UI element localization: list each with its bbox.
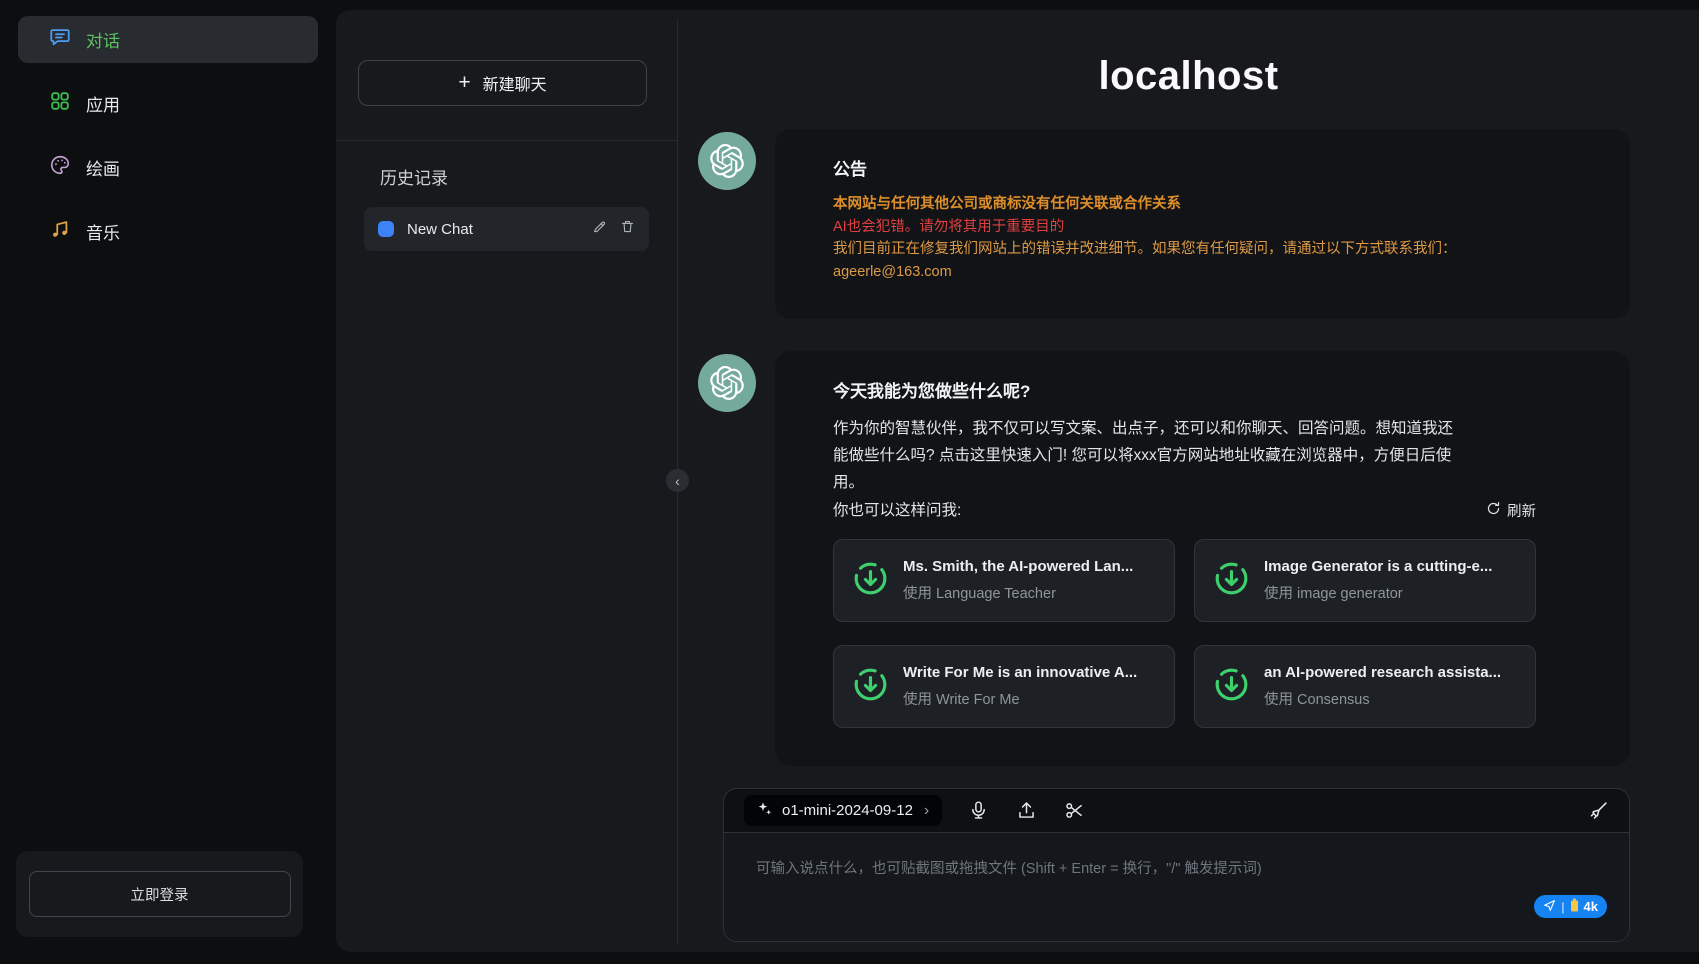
sidebar-item-label: 绘画 (86, 160, 120, 179)
sidebar-item-apps[interactable]: 应用 (18, 80, 318, 127)
suggestion-title: Image Generator is a cutting-e... (1264, 558, 1493, 575)
contact-email-link[interactable]: ageerle@163.com (833, 264, 952, 280)
suggestion-subtitle: 使用 Write For Me (903, 692, 1020, 708)
message-input[interactable] (724, 833, 1629, 941)
sidebar-item-label: 应用 (86, 96, 120, 115)
chevron-left-icon: ‹ (675, 472, 680, 489)
model-label: o1-mini-2024-09-12 (782, 802, 913, 819)
app-grid-icon (49, 90, 71, 117)
suggestion-subtitle: 使用 image generator (1264, 586, 1403, 602)
openai-logo-avatar (698, 132, 756, 190)
announcement-line-3: 我们目前正在修复我们网站上的错误并改进细节。如果您有任何疑问，请通过以下方式联系… (833, 241, 1457, 257)
refresh-button[interactable]: 刷新 (1486, 500, 1536, 521)
suggestion-title: Write For Me is an innovative A... (903, 664, 1138, 681)
suggestion-title: an AI-powered research assista... (1264, 664, 1502, 681)
suggestion-card[interactable]: Image Generator is a cutting-e... 使用 ima… (1194, 539, 1536, 622)
suggestion-card[interactable]: Write For Me is an innovative A... 使用 Wr… (833, 645, 1175, 728)
composer-toolbar: o1-mini-2024-09-12 › (724, 789, 1629, 833)
announcement-title: 公告 (833, 160, 867, 179)
announcement-line-2: AI也会犯错。请勿将其用于重要目的 (833, 218, 1065, 235)
welcome-body: 作为你的智慧伙伴，我不仅可以写文案、出点子，还可以和你聊天、回答问题。想知道我还… (833, 420, 1454, 491)
token-count-badge[interactable]: | 4k (1534, 895, 1607, 918)
scissors-icon[interactable] (1064, 800, 1085, 821)
suggestion-grid: Ms. Smith, the AI-powered Lan... 使用 Lang… (833, 539, 1600, 728)
badge-divider: | (1561, 899, 1565, 914)
ask-hint: 你也可以这样问我: (833, 502, 962, 519)
collapse-sidebar-button[interactable]: ‹ (666, 469, 689, 492)
content-panel: + 新建聊天 历史记录 New Chat ‹ localhost 公告 本网站与… (336, 10, 1699, 952)
token-count: 4k (1583, 899, 1598, 914)
divider (336, 140, 677, 141)
chat-item-title: New Chat (407, 220, 473, 238)
chat-list-item[interactable]: New Chat (364, 207, 649, 251)
sidebar-item-music[interactable]: 音乐 (18, 208, 318, 255)
welcome-bubble: 今天我能为您做些什么呢? 作为你的智慧伙伴，我不仅可以写文案、出点子，还可以和你… (775, 351, 1630, 766)
microphone-icon[interactable] (968, 800, 989, 821)
edit-icon[interactable] (592, 219, 607, 239)
plus-icon: + (458, 70, 471, 94)
sidebar-item-drawing[interactable]: 绘画 (18, 144, 318, 191)
download-circle-icon (1213, 560, 1250, 602)
welcome-title: 今天我能为您做些什么呢? (833, 382, 1031, 401)
chevron-right-icon: › (923, 801, 930, 819)
sidebar-item-label: 对话 (86, 32, 120, 51)
suggestion-subtitle: 使用 Language Teacher (903, 586, 1056, 602)
new-chat-button[interactable]: + 新建聊天 (358, 60, 647, 106)
suggestion-subtitle: 使用 Consensus (1264, 692, 1370, 708)
announcement-bubble: 公告 本网站与任何其他公司或商标没有任何关联或合作关系 AI也会犯错。请勿将其用… (775, 129, 1630, 319)
login-card: 立即登录 (16, 851, 303, 937)
chat-color-swatch (378, 221, 394, 237)
page-title: localhost (1098, 54, 1279, 98)
download-circle-icon (852, 666, 889, 708)
battery-icon (1570, 898, 1579, 915)
announcement-line-1: 本网站与任何其他公司或商标没有任何关联或合作关系 (833, 196, 1181, 212)
composer-input-area: | 4k (724, 833, 1629, 941)
composer: o1-mini-2024-09-12 › 可输入说点什么，也可贴截图或拖拽文件 … (723, 788, 1630, 942)
login-button[interactable]: 立即登录 (28, 871, 291, 917)
suggestion-card[interactable]: Ms. Smith, the AI-powered Lan... 使用 Lang… (833, 539, 1175, 622)
model-selector[interactable]: o1-mini-2024-09-12 › (744, 795, 943, 826)
sparkle-icon (757, 801, 773, 821)
new-chat-label: 新建聊天 (482, 77, 547, 94)
sidebar-item-label: 音乐 (86, 224, 120, 243)
sidebar: 对话 应用 绘画 音乐 立即登录 (0, 0, 336, 964)
music-note-icon (49, 218, 71, 245)
history-title: 历史记录 (380, 169, 448, 188)
openai-logo-avatar (698, 354, 756, 412)
suggestion-card[interactable]: an AI-powered research assista... 使用 Con… (1194, 645, 1536, 728)
chat-bubble-icon (49, 26, 71, 53)
download-circle-icon (1213, 666, 1250, 708)
palette-icon (49, 154, 71, 181)
message-welcome: 今天我能为您做些什么呢? 作为你的智慧伙伴，我不仅可以写文案、出点子，还可以和你… (698, 351, 1699, 766)
chat-list-column: + 新建聊天 历史记录 New Chat (336, 10, 677, 952)
refresh-label: 刷新 (1507, 504, 1536, 520)
upload-icon[interactable] (1016, 800, 1037, 821)
refresh-icon (1486, 501, 1501, 520)
suggestion-title: Ms. Smith, the AI-powered Lan... (903, 558, 1134, 575)
sidebar-item-chat[interactable]: 对话 (18, 16, 318, 63)
delete-icon[interactable] (620, 219, 635, 239)
message-announcement: 公告 本网站与任何其他公司或商标没有任何关联或合作关系 AI也会犯错。请勿将其用… (698, 129, 1699, 319)
clear-context-broom-icon[interactable] (1588, 800, 1609, 821)
download-circle-icon (852, 560, 889, 602)
chat-main: localhost 公告 本网站与任何其他公司或商标没有任何关联或合作关系 AI… (678, 10, 1699, 952)
send-plane-icon (1543, 899, 1556, 915)
